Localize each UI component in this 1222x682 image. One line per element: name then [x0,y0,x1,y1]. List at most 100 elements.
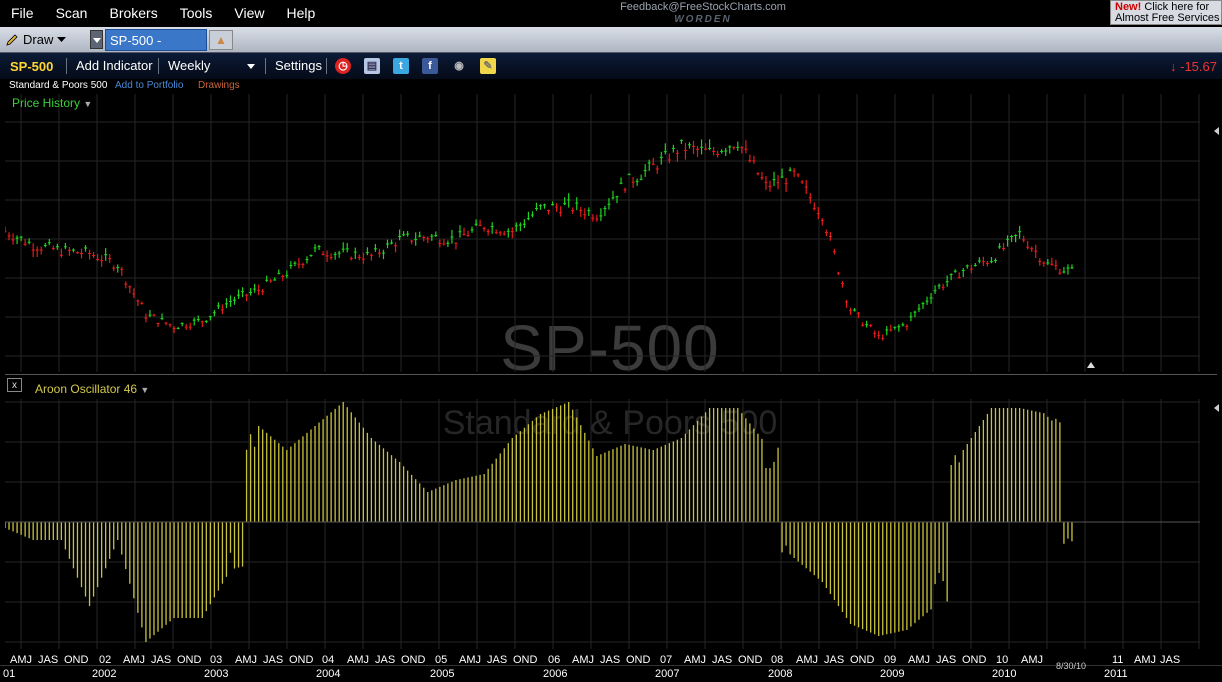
toolbar-divider [158,58,159,74]
alarm-clock-icon[interactable]: ◷ [335,58,351,74]
time-axis-tick-label: OND [626,654,651,666]
price-history-chart[interactable] [5,94,1200,372]
aroon-label[interactable]: Aroon Oscillator 46 ▼ [35,382,149,396]
new-tab-button[interactable]: ▲ [209,30,233,50]
promo-banner[interactable]: New! Click here for Almost Free Services [1110,0,1222,25]
time-axis-tick-label: OND [738,654,763,666]
time-axis-tick-label: 06 [548,654,561,666]
pane-divider[interactable] [5,374,1217,375]
aroon-label-text: Aroon Oscillator 46 [35,382,138,396]
price-change: ↓ -15.67 [1170,59,1217,74]
time-axis-tick-label: JAS [712,654,733,666]
drawings-link[interactable]: Drawings [198,80,240,91]
menu-file[interactable]: File [0,0,45,27]
time-axis-tick-label: 02 [99,654,112,666]
sticky-note-icon[interactable]: ✎ [480,58,496,74]
time-axis-tick-label: JAS [600,654,621,666]
toolbar-divider [66,58,67,74]
time-axis-tick-label: 04 [322,654,335,666]
tab-list-dropdown[interactable] [90,30,103,49]
time-axis-tick-label: 03 [210,654,223,666]
period-select[interactable]: Weekly [165,56,261,76]
time-axis-tick-label: JAS [1160,654,1181,666]
facebook-icon[interactable]: f [422,58,438,74]
time-axis-year-label: 2006 [543,668,568,680]
symbol-input[interactable]: SP-500 [10,59,53,74]
time-axis-tick-label: AMJ [572,654,594,666]
time-axis-year-label: 2007 [655,668,680,680]
time-axis-tick-label: JAS [936,654,957,666]
time-axis-tick-label: 10 [996,654,1009,666]
tab-bar: Draw SP-500 - Weekly ▲ [0,27,1222,70]
aroon-oscillator-chart[interactable] [5,399,1200,649]
time-axis-tick-label: AMJ [10,654,32,666]
new-tab-icon: ▲ [215,33,227,47]
worden-logo: WORDEN [674,14,732,25]
add-indicator-button[interactable]: Add Indicator [76,58,153,73]
symbol-full-name: Standard & Poors 500 [9,80,108,91]
time-axis-year-label: 2009 [880,668,905,680]
time-axis-year-label: 2003 [204,668,229,680]
time-axis[interactable]: AMJ JAS OND 02 AMJ JAS OND 03 AMJ JAS OND 04 AMJ JAS O… [0,651,1222,682]
arrow-down-icon: ↓ [1170,59,1177,74]
time-axis-tick-label: JAS [375,654,396,666]
time-axis-tick-label: 08 [771,654,784,666]
indicator-scale-marker-icon [1214,404,1219,412]
pencil-icon [6,33,18,46]
chevron-down-icon: ▼ [83,99,93,109]
time-axis-tick-label: AMJ [684,654,706,666]
price-history-text: Price History [12,96,81,110]
twitter-icon[interactable]: t [393,58,409,74]
price-change-value: -15.67 [1180,59,1217,74]
time-axis-tick-label: 09 [884,654,897,666]
close-indicator-button[interactable]: x [7,378,22,392]
time-axis-tick-label: JAS [151,654,172,666]
tab-sp500-weekly[interactable]: SP-500 - Weekly [105,29,207,70]
chart-toolbar: SP-500 Add Indicator Weekly Settings ◷ ▤… [0,53,1222,79]
time-axis-tick-label: AMJ [908,654,930,666]
scroll-up-icon[interactable] [1087,362,1095,368]
time-axis-year-label: 2005 [430,668,455,680]
menu-tools[interactable]: Tools [169,0,224,27]
draw-button[interactable]: Draw [5,29,79,50]
time-axis-tick-label: JAS [487,654,508,666]
add-to-portfolio-link[interactable]: Add to Portfolio [115,80,183,91]
settings-button[interactable]: Settings [275,58,322,73]
time-axis-year-label: 2010 [992,668,1017,680]
price-history-label[interactable]: Price History ▼ [12,96,92,110]
time-axis-tick-label: OND [177,654,202,666]
menu-brokers[interactable]: Brokers [98,0,168,27]
time-axis-tick-label: AMJ [123,654,145,666]
time-axis-tick-label: AMJ [459,654,481,666]
menu-scan[interactable]: Scan [45,0,99,27]
time-axis-year-label: 2011 [1104,668,1128,680]
menu-help[interactable]: Help [276,0,327,27]
time-axis-tick-label: OND [401,654,426,666]
time-axis-tick-label: OND [513,654,538,666]
feedback-link[interactable]: Feedback@FreeStockCharts.com WORDEN [598,0,808,27]
promo-line2[interactable]: Almost Free Services [1115,12,1220,24]
time-axis-tick-label: OND [64,654,89,666]
time-axis-tick-label: AMJ [235,654,257,666]
time-axis-year-label: 2004 [316,668,341,680]
time-axis-tick-label: AMJ [1134,654,1156,666]
time-axis-tick-label: AMJ [347,654,369,666]
feedback-email[interactable]: Feedback@FreeStockCharts.com [598,0,808,14]
time-axis-tick-label: OND [962,654,987,666]
time-axis-tick-label: JAS [38,654,59,666]
chevron-down-icon [57,36,67,42]
period-value: Weekly [168,58,211,73]
time-axis-tick-label: OND [850,654,875,666]
time-axis-year-label: 01 [3,668,16,680]
time-axis-tick-label: 05 [435,654,448,666]
draw-label: Draw [23,32,54,47]
symbol-info-row: Standard & Poors 500 Add to Portfolio Dr… [0,79,1222,94]
time-axis-tick-label: 11 [1112,654,1124,666]
menu-view[interactable]: View [223,0,275,27]
last-date-label: 8/30/10 [1056,661,1087,671]
toolbar-divider [265,58,266,74]
time-axis-tick-label: JAS [824,654,845,666]
price-scale-marker-icon [1214,127,1219,135]
layers-icon[interactable]: ▤ [364,58,380,74]
binoculars-icon[interactable]: ◉ [451,58,467,74]
